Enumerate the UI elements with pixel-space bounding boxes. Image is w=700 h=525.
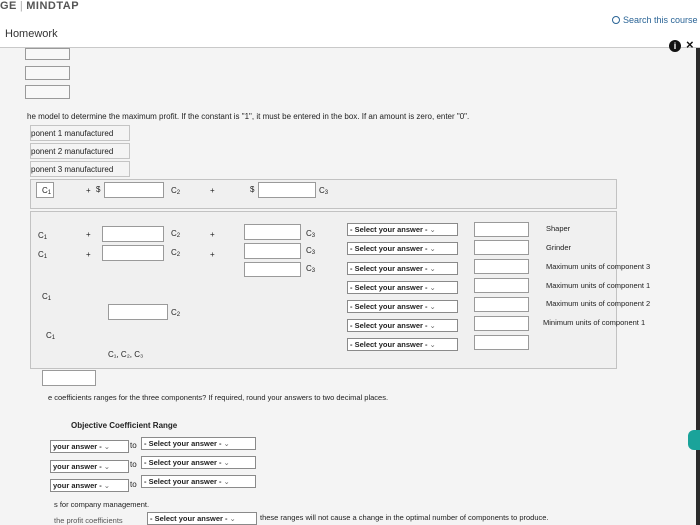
rhs-input[interactable] <box>474 278 529 293</box>
rhs-input[interactable] <box>474 259 529 274</box>
component-label-box <box>30 161 130 177</box>
to-label: to <box>130 441 137 450</box>
to-label: to <box>130 480 137 489</box>
var-c2: C2 <box>171 186 181 196</box>
brand-left: GE <box>0 0 17 12</box>
constraint-coefficient-input[interactable] <box>102 226 164 242</box>
dollar-sign: $ <box>96 185 101 194</box>
to-label: to <box>130 460 137 469</box>
rhs-input[interactable] <box>474 335 529 350</box>
component-label-box <box>30 143 130 159</box>
top-header: GE | MINDTAP Homework Search this course <box>0 0 700 48</box>
c1-coefficient-input[interactable] <box>104 182 164 198</box>
component-select[interactable]: your answer - ⌄ <box>50 460 129 473</box>
rhs-input[interactable] <box>474 240 529 255</box>
plus-sign: + <box>210 186 215 195</box>
constraint-coefficient-input[interactable] <box>102 245 164 261</box>
constraint-label: Maximum units of component 3 <box>546 262 651 271</box>
var-c1: C1 <box>42 292 52 302</box>
brand-logo: GE | MINDTAP <box>0 0 80 12</box>
var-c3: C3 <box>306 264 316 274</box>
component-select[interactable]: your answer - ⌄ <box>50 479 129 492</box>
var-c2: C2 <box>171 229 181 239</box>
constraint-coefficient-input[interactable] <box>244 243 301 259</box>
relation-select[interactable]: - Select your answer - ⌄ <box>347 338 458 351</box>
relation-select[interactable]: - Select your answer - ⌄ <box>347 281 458 294</box>
upper-range-select[interactable]: - Select your answer - ⌄ <box>141 456 256 469</box>
footer-text: s for company management. <box>54 500 150 509</box>
content-area: he model to determine the maximum profit… <box>0 48 700 525</box>
info-icon[interactable]: i <box>669 40 681 52</box>
rhs-input[interactable] <box>474 297 529 312</box>
plus-sign: + <box>210 230 215 239</box>
upper-range-select[interactable]: - Select your answer - ⌄ <box>141 475 256 488</box>
instructions-text: he model to determine the maximum profit… <box>27 112 470 121</box>
var-c2: C2 <box>171 308 181 318</box>
rhs-input[interactable] <box>474 316 529 331</box>
var-c3: C3 <box>306 246 316 256</box>
constraint-coefficient-input[interactable] <box>244 224 301 240</box>
constraint-coefficient-input[interactable] <box>108 304 168 320</box>
var-c3: C3 <box>306 229 316 239</box>
answer-input[interactable] <box>25 85 70 99</box>
answer-input[interactable] <box>25 48 70 60</box>
relation-select[interactable]: - Select your answer - ⌄ <box>347 242 458 255</box>
section-title: Homework <box>5 28 58 40</box>
constraint-coefficient-input[interactable] <box>244 262 301 277</box>
footer-suffix: these ranges will not cause a change in … <box>260 513 549 522</box>
plus-sign: + <box>86 186 91 195</box>
var-c1: C1 <box>42 186 52 196</box>
constraint-label: Shaper <box>546 224 571 233</box>
var-c1: C1 <box>46 331 56 341</box>
search-label: Search this course <box>623 15 698 25</box>
footer-select[interactable]: - Select your answer - ⌄ <box>147 512 257 525</box>
plus-sign: + <box>210 250 215 259</box>
plus-sign: + <box>86 230 91 239</box>
relation-select[interactable]: - Select your answer - ⌄ <box>347 262 458 275</box>
nonnegativity-vars: C₁, C₂, C₃ <box>108 350 144 359</box>
constraint-label: Maximum units of component 2 <box>546 299 651 308</box>
brand-right: MINDTAP <box>26 0 80 12</box>
relation-select[interactable]: - Select your answer - ⌄ <box>347 319 458 332</box>
var-c1: C1 <box>38 250 48 260</box>
relation-select[interactable]: - Select your answer - ⌄ <box>347 223 458 236</box>
var-c3: C3 <box>319 186 329 196</box>
ranges-question: e coefficients ranges for the three comp… <box>48 393 389 402</box>
relation-select[interactable]: - Select your answer - ⌄ <box>347 300 458 313</box>
rhs-input[interactable] <box>474 222 529 237</box>
constraint-label: Grinder <box>546 243 572 252</box>
var-c1: C1 <box>38 231 48 241</box>
search-course-link[interactable]: Search this course <box>612 15 698 25</box>
constraint-label: Minimum units of component 1 <box>543 318 646 327</box>
upper-range-select[interactable]: - Select your answer - ⌄ <box>141 437 256 450</box>
close-icon[interactable]: × <box>686 37 694 52</box>
plus-sign: + <box>86 250 91 259</box>
answer-input[interactable] <box>25 66 70 80</box>
max-profit-input[interactable] <box>42 370 96 386</box>
side-tab[interactable] <box>688 430 700 450</box>
c2-coefficient-input[interactable] <box>258 182 316 198</box>
range-table-header: Objective Coefficient Range <box>71 421 178 430</box>
dollar-sign: $ <box>250 185 255 194</box>
component-select[interactable]: your answer - ⌄ <box>50 440 129 453</box>
var-c2: C2 <box>171 248 181 258</box>
constraint-label: Maximum units of component 1 <box>546 281 651 290</box>
component-label-box <box>30 125 130 141</box>
search-icon <box>612 16 620 24</box>
footer-prefix: the profit coefficients <box>54 516 123 525</box>
